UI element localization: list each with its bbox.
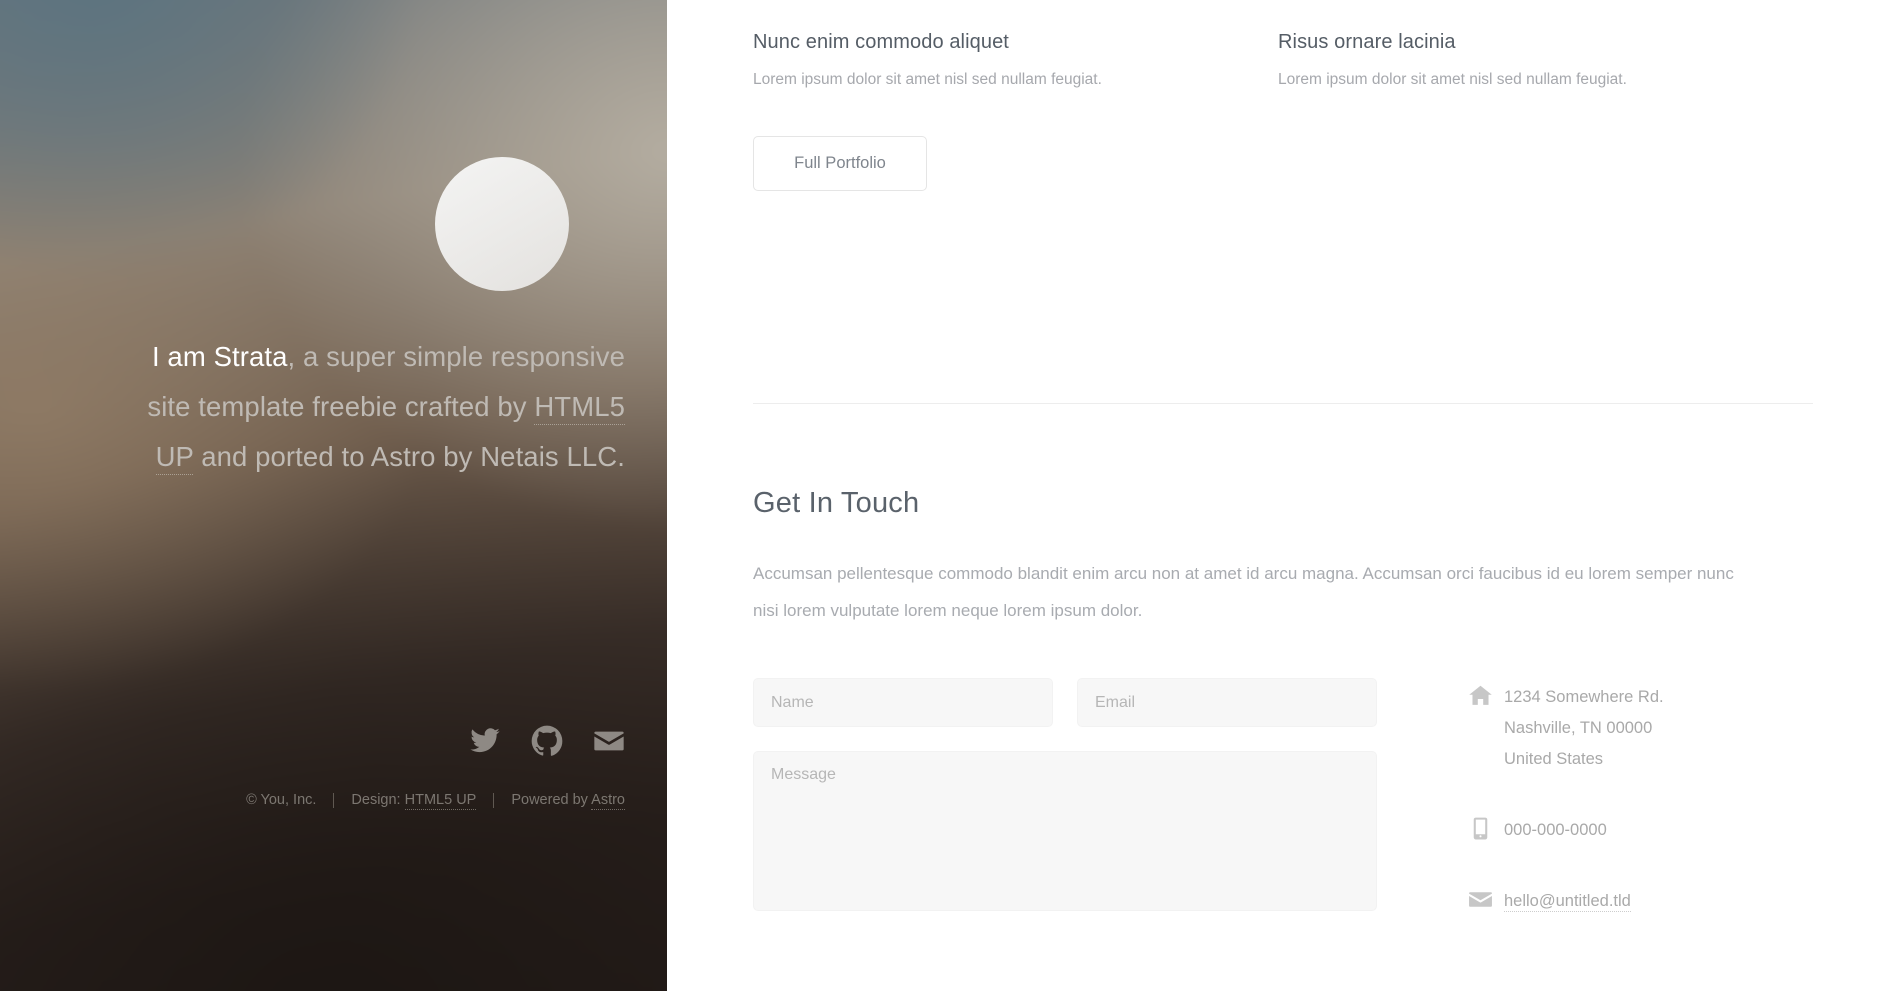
mobile-phone-icon: [1468, 815, 1504, 841]
work-item: Nunc enim commodo aliquet Lorem ipsum do…: [753, 0, 1225, 89]
work-thumbnails: Nunc enim commodo aliquet Lorem ipsum do…: [753, 0, 1813, 89]
footer-astro-link[interactable]: Astro: [591, 792, 625, 810]
main-content: Nunc enim commodo aliquet Lorem ipsum do…: [667, 0, 1902, 991]
work-item-desc: Lorem ipsum dolor sit amet nisl sed null…: [753, 71, 1102, 88]
page-root: I am Strata, a super simple responsive s…: [0, 0, 1902, 991]
contact-form-wrapper: 1234 Somewhere Rd. Nashville, TN 00000 U…: [753, 678, 1813, 957]
envelope-icon: [1468, 886, 1504, 912]
footer-powered: Powered by Astro: [511, 792, 625, 810]
contact-form: [753, 678, 1401, 957]
message-input[interactable]: [753, 751, 1377, 911]
social-links: [469, 725, 625, 757]
name-input[interactable]: [753, 678, 1053, 727]
contact-email-link[interactable]: hello@untitled.tld: [1504, 892, 1631, 912]
address-line-2: Nashville, TN 00000: [1504, 719, 1653, 737]
work-item-title: Risus ornare lacinia: [1278, 31, 1456, 53]
full-portfolio-button[interactable]: Full Portfolio: [753, 136, 927, 191]
twitter-icon[interactable]: [469, 725, 501, 757]
footer-design: Design: HTML5 UP: [351, 792, 477, 810]
contact-form-row: [753, 678, 1401, 727]
contact-info-address: 1234 Somewhere Rd. Nashville, TN 00000 U…: [1468, 682, 1761, 775]
footer-powered-label: Powered by: [511, 792, 588, 808]
intro-text: I am Strata, a super simple responsive s…: [105, 332, 625, 482]
contact-email-body: hello@untitled.tld: [1504, 886, 1631, 917]
contact-lead-paragraph: Accumsan pellentesque commodo blandit en…: [753, 564, 1734, 620]
work-item: Risus ornare lacinia Lorem ipsum dolor s…: [1278, 0, 1750, 89]
address-line-3: United States: [1504, 750, 1604, 768]
sidebar-background-image: [0, 0, 667, 991]
footer-divider-1: [333, 792, 335, 808]
work-item-title: Nunc enim commodo aliquet: [753, 31, 1009, 53]
section-divider: [753, 403, 1813, 404]
footer-design-label: Design:: [351, 792, 401, 808]
page-title: Get In Touch: [753, 487, 920, 519]
sidebar: I am Strata, a super simple responsive s…: [0, 0, 667, 991]
sidebar-footer: © You, Inc. Design: HTML5 UP Powered by …: [246, 792, 625, 810]
contact-address-body: 1234 Somewhere Rd. Nashville, TN 00000 U…: [1504, 682, 1664, 775]
footer-divider-2: [493, 792, 495, 808]
intro-rest-2: and ported to Astro by Netais LLC.: [193, 441, 625, 472]
intro-strong: I am Strata: [151, 341, 288, 372]
github-icon[interactable]: [531, 725, 563, 757]
contact-phone-value: 000-000-0000: [1504, 821, 1607, 839]
email-icon[interactable]: [593, 725, 625, 757]
home-icon: [1468, 682, 1504, 708]
contact-section: Get In Touch Accumsan pellentesque commo…: [753, 487, 1813, 957]
contact-info-email: hello@untitled.tld: [1468, 886, 1761, 917]
work-section: Nunc enim commodo aliquet Lorem ipsum do…: [753, 0, 1813, 191]
contact-info-phone: 000-000-0000: [1468, 815, 1761, 846]
address-line-1: 1234 Somewhere Rd.: [1504, 688, 1664, 706]
footer-html5up-link[interactable]: HTML5 UP: [404, 792, 477, 810]
avatar: [435, 157, 569, 291]
contact-info: 1234 Somewhere Rd. Nashville, TN 00000 U…: [1401, 678, 1761, 957]
email-input[interactable]: [1077, 678, 1377, 727]
work-item-desc: Lorem ipsum dolor sit amet nisl sed null…: [1278, 71, 1627, 88]
footer-copyright: © You, Inc.: [246, 792, 317, 808]
